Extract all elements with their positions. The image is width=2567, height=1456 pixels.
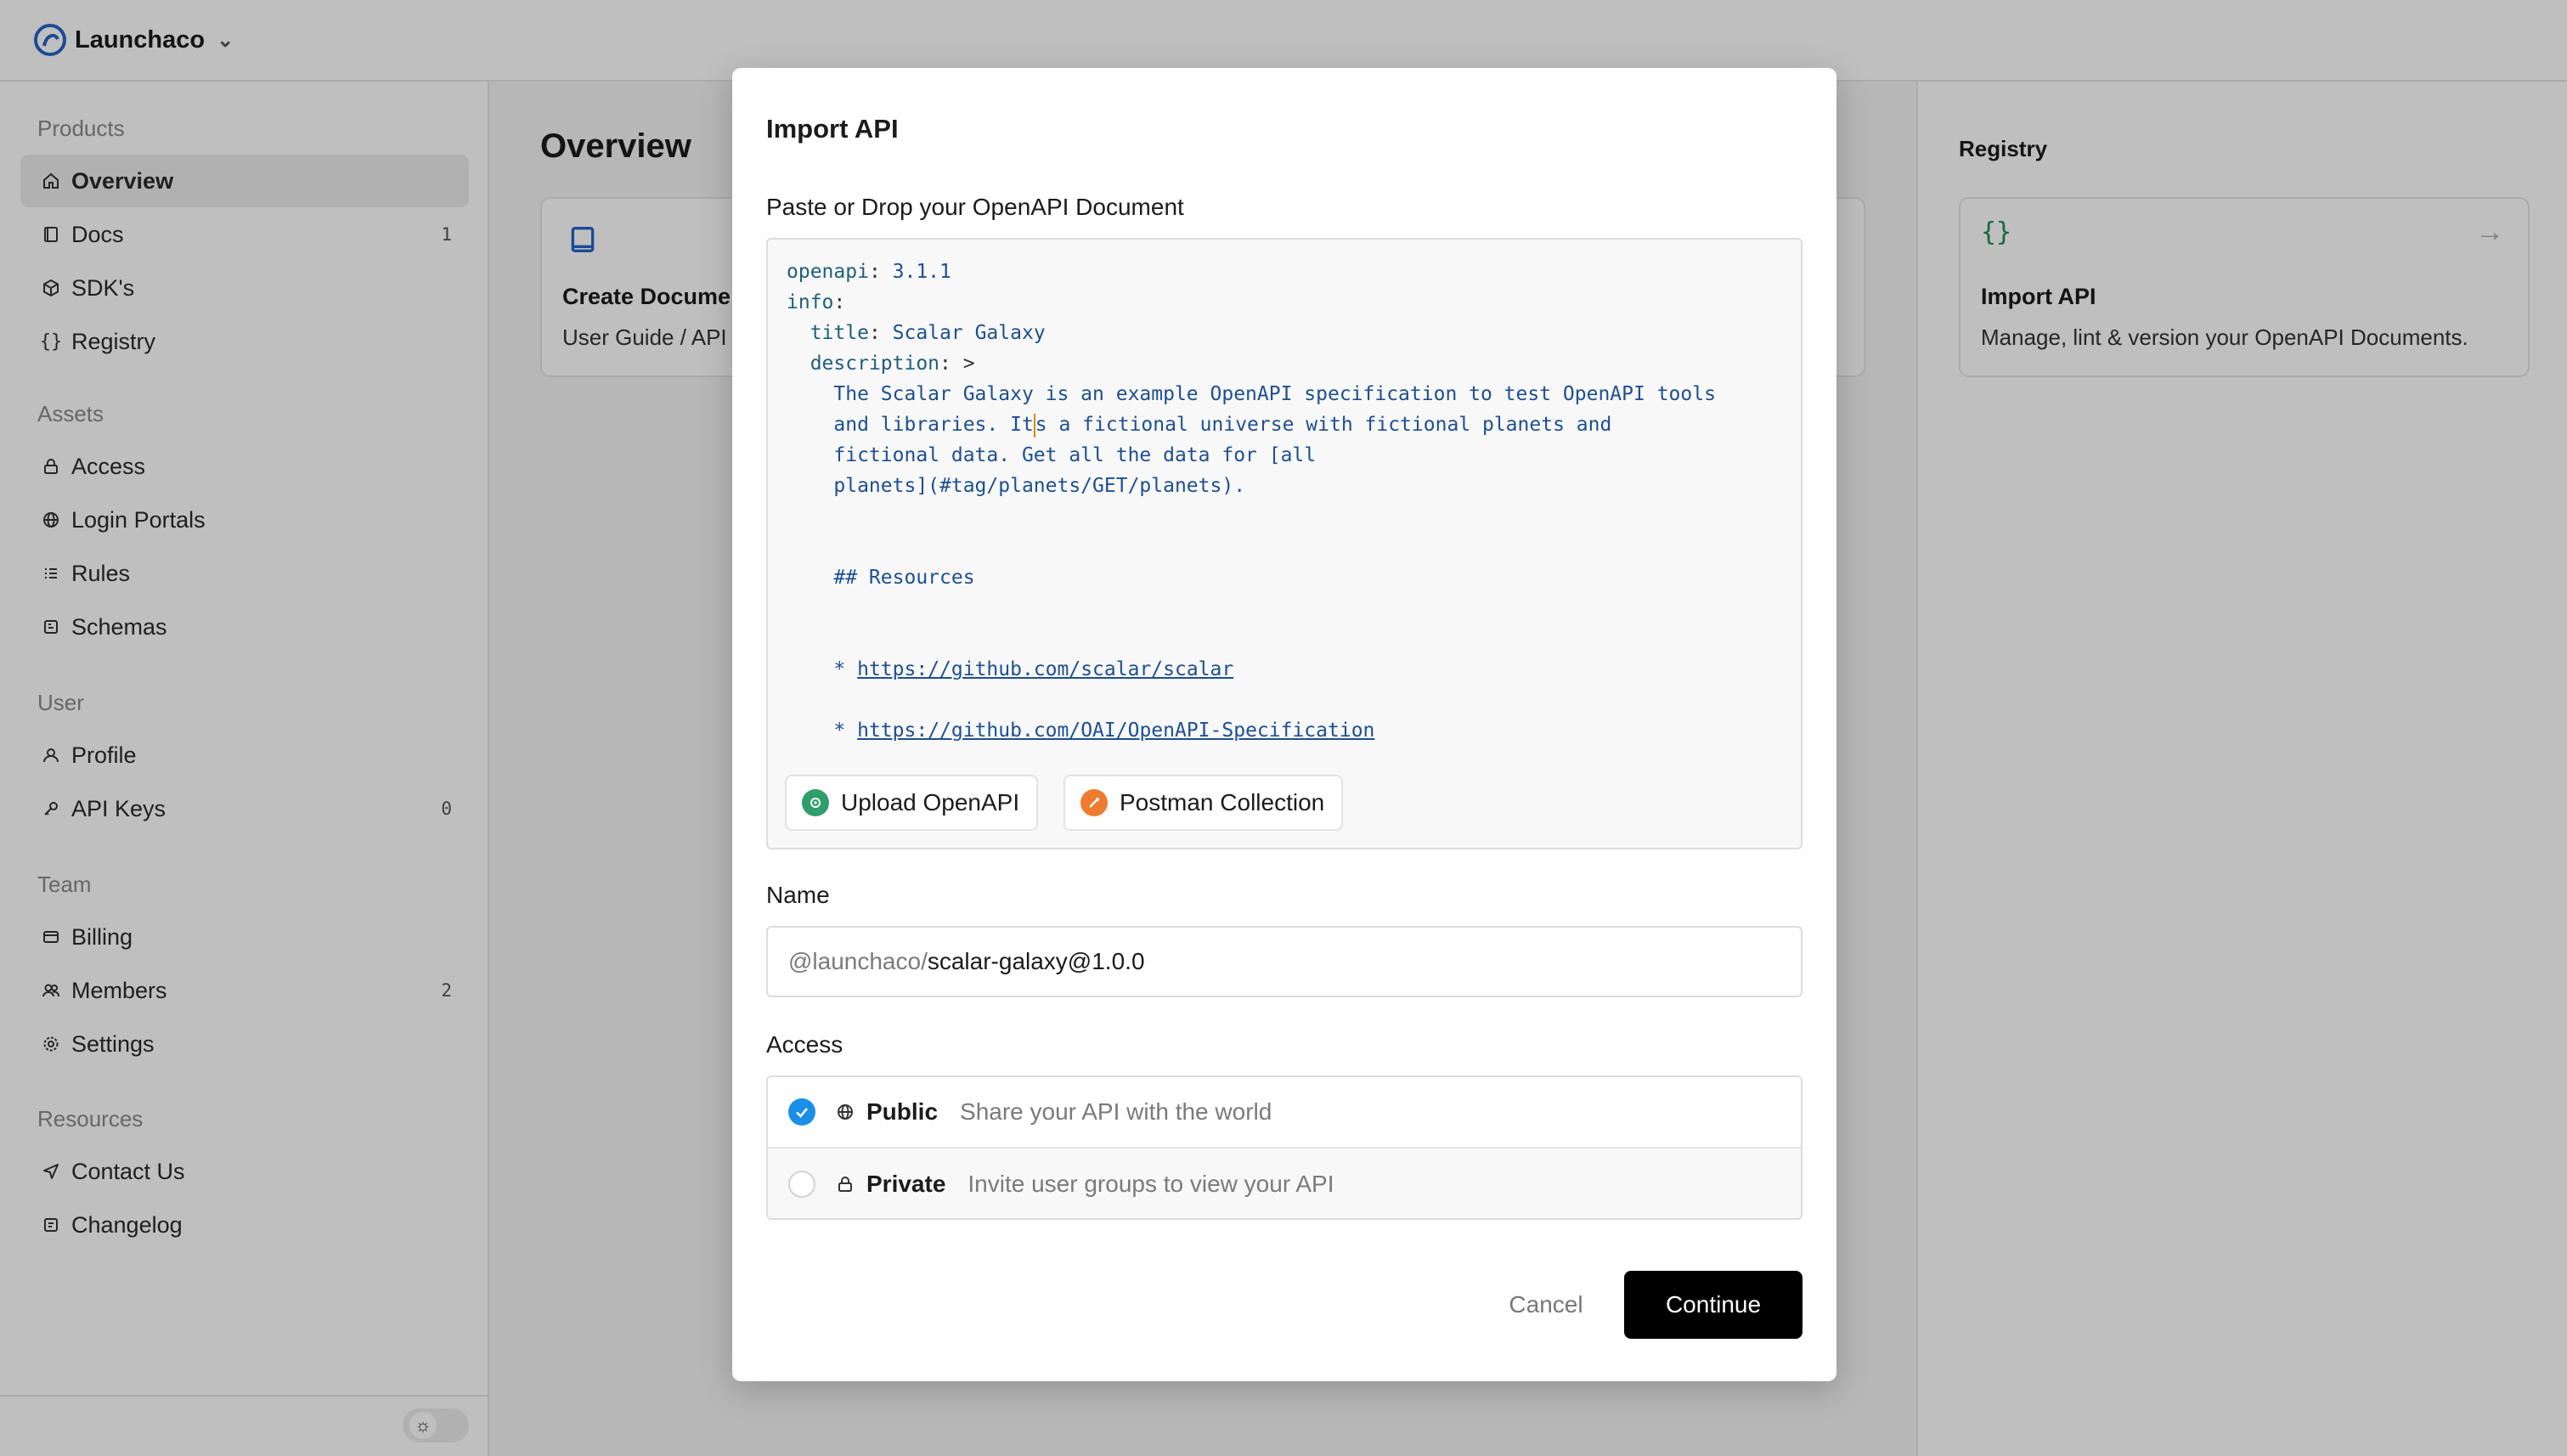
code-value: 3.1.1 <box>892 261 951 283</box>
code-bullet: * <box>833 658 846 680</box>
code-heading: ## Resources <box>833 567 975 589</box>
code-value: Scalar Galaxy <box>892 322 1046 344</box>
import-api-modal: Import API Paste or Drop your OpenAPI Do… <box>732 68 1836 1381</box>
name-prefix: @launchaco/ <box>788 948 928 974</box>
code-key: description <box>810 353 940 375</box>
upload-openapi-label: Upload OpenAPI <box>841 789 1020 815</box>
name-input[interactable]: @launchaco/scalar-galaxy@1.0.0 <box>766 926 1803 997</box>
code-line: and libraries. It <box>833 414 1034 436</box>
document-label: Paste or Drop your OpenAPI Document <box>766 194 1184 220</box>
access-label: Access <box>766 1031 843 1058</box>
code-line: The Scalar Galaxy is an example OpenAPI … <box>833 383 1716 405</box>
public-radio[interactable] <box>788 1098 815 1126</box>
lock-icon <box>834 1173 856 1195</box>
public-label: Public <box>866 1098 939 1125</box>
private-radio[interactable] <box>788 1171 815 1198</box>
postman-logo-icon <box>1080 789 1108 816</box>
globe-icon <box>834 1101 856 1123</box>
code-link[interactable]: https://github.com/OAI/OpenAPI-Specifica… <box>857 720 1374 742</box>
code-key: openapi <box>787 261 869 283</box>
modal-title: Import API <box>766 114 899 144</box>
private-label: Private <box>866 1171 946 1197</box>
private-description: Invite user groups to view your API <box>968 1171 1334 1197</box>
code-content: openapi: 3.1.1 info: title: Scalar Galax… <box>787 261 1716 742</box>
name-value: scalar-galaxy@1.0.0 <box>927 948 1145 974</box>
postman-collection-button[interactable]: Postman Collection <box>1063 775 1344 831</box>
code-key: info <box>787 291 834 313</box>
name-label: Name <box>766 882 830 908</box>
access-option-private[interactable]: Private Invite user groups to view your … <box>768 1148 1801 1218</box>
code-value: > <box>962 353 975 375</box>
code-bullet: * <box>833 720 846 742</box>
code-line: fictional data. Get all the data for [al… <box>833 444 1317 466</box>
access-options: Public Share your API with the world Pri… <box>766 1075 1803 1220</box>
access-option-public[interactable]: Public Share your API with the world <box>768 1077 1801 1148</box>
code-key: title <box>810 322 869 344</box>
postman-collection-label: Postman Collection <box>1120 789 1325 815</box>
cancel-button[interactable]: Cancel <box>1495 1271 1597 1339</box>
continue-button[interactable]: Continue <box>1624 1271 1803 1339</box>
code-line: planets](#tag/planets/GET/planets). <box>833 475 1246 497</box>
code-line: s a fictional universe with fictional pl… <box>1035 414 1612 436</box>
upload-openapi-button[interactable]: Upload OpenAPI <box>785 775 1039 831</box>
openapi-logo-icon <box>802 789 829 816</box>
code-link[interactable]: https://github.com/scalar/scalar <box>857 658 1233 680</box>
openapi-editor[interactable]: openapi: 3.1.1 info: title: Scalar Galax… <box>766 238 1803 849</box>
check-icon <box>796 1108 808 1118</box>
public-description: Share your API with the world <box>960 1098 1272 1125</box>
